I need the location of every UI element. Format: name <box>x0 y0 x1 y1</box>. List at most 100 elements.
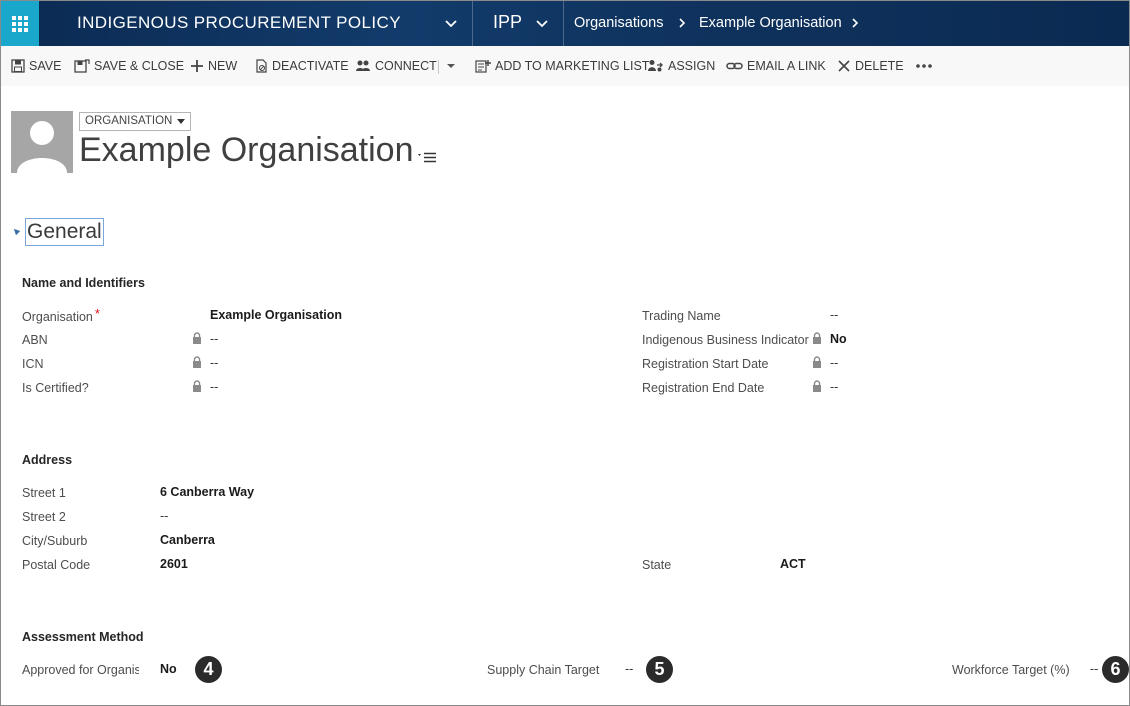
abn-label: ABN <box>22 333 48 347</box>
assign-button[interactable]: ASSIGN <box>647 46 715 86</box>
indigenous-business-indicator-label: Indigenous Business Indicator <box>642 333 809 347</box>
close-icon <box>838 60 850 72</box>
registration-start-date-label: Registration Start Date <box>642 357 769 371</box>
save-button[interactable]: SAVE <box>11 46 61 86</box>
list-menu-icon[interactable] <box>417 149 437 165</box>
person-icon <box>17 121 67 173</box>
module-selector[interactable]: IPP <box>493 1 522 46</box>
city-suburb-field[interactable]: Canberra <box>160 533 215 547</box>
required-icon: * <box>94 309 100 321</box>
save-label: SAVE <box>29 59 62 73</box>
email-a-link-label: EMAIL A LINK <box>747 59 826 73</box>
chevron-right-icon <box>679 18 686 28</box>
avatar[interactable] <box>11 111 73 173</box>
connect-label: CONNECT <box>375 59 437 73</box>
registration-end-date-field[interactable]: -- <box>830 380 838 394</box>
app-frame: INDIGENOUS PROCUREMENT POLICY IPP Organi… <box>0 0 1130 706</box>
new-button[interactable]: NEW <box>190 46 237 86</box>
group-title-assessment: Assessment Method <box>22 630 144 644</box>
registration-end-date-label: Registration End Date <box>642 381 765 395</box>
approved-for-organisation-field[interactable]: No <box>160 662 177 676</box>
save-icon <box>11 59 25 73</box>
supply-chain-target-field[interactable]: -- <box>625 662 633 676</box>
city-suburb-label: City/Suburb <box>22 534 88 548</box>
link-icon <box>726 62 743 70</box>
app-title[interactable]: INDIGENOUS PROCUREMENT POLICY <box>77 1 401 46</box>
save-close-label: SAVE & CLOSE <box>94 59 185 73</box>
email-a-link-button[interactable]: EMAIL A LINK <box>726 46 826 86</box>
supply-chain-target-label: Supply Chain Target (% <box>487 663 603 677</box>
entity-type-selector[interactable]: ORGANISATION <box>79 112 192 131</box>
more-icon <box>916 64 932 68</box>
connect-icon <box>356 60 370 71</box>
postal-code-label: Postal Code <box>22 558 91 572</box>
breadcrumb-record[interactable]: Example Organisation <box>699 1 842 46</box>
workforce-target-label: Workforce Target (%) <box>952 663 1070 677</box>
lock-icon <box>813 332 821 344</box>
street-2-field[interactable]: -- <box>160 509 168 523</box>
organisation-field[interactable]: Example Organisation <box>210 308 342 322</box>
approved-for-organisation-label: Approved for Organis <box>22 663 139 677</box>
is-certified-label: Is Certified? <box>22 381 89 395</box>
street-2-label: Street 2 <box>22 510 66 524</box>
save-close-button[interactable]: SAVE & CLOSE <box>74 46 184 86</box>
save-close-icon <box>74 59 90 73</box>
group-title-names: Name and Identifiers <box>22 276 145 290</box>
state-field[interactable]: ACT <box>780 557 806 571</box>
trading-name-label: Trading Name <box>642 309 721 323</box>
breadcrumb-organisations[interactable]: Organisations <box>574 1 663 46</box>
callout-badge: 6 <box>1102 656 1129 683</box>
command-bar: SAVE SAVE & CLOSE NEW DEACTIVATE CONNECT… <box>1 46 1129 86</box>
section-title[interactable]: General <box>25 218 104 246</box>
command-divider <box>438 60 439 74</box>
add-to-marketing-list-label: ADD TO MARKETING LIST <box>495 59 650 73</box>
abn-field[interactable]: -- <box>210 332 218 346</box>
organisation-label: Organisation * <box>22 309 100 324</box>
assign-icon <box>648 60 663 72</box>
lock-icon <box>193 356 201 368</box>
connect-dropdown-button[interactable] <box>446 46 460 86</box>
chevron-down-icon[interactable] <box>443 15 459 31</box>
caret-down-icon <box>447 64 455 68</box>
plus-icon <box>191 60 203 72</box>
delete-label: DELETE <box>855 59 904 73</box>
deactivate-label: DEACTIVATE <box>272 59 349 73</box>
street-1-label: Street 1 <box>22 486 66 500</box>
lock-icon <box>813 356 821 368</box>
icn-field[interactable]: -- <box>210 356 218 370</box>
deactivate-button[interactable]: DEACTIVATE <box>254 46 349 86</box>
add-to-marketing-list-button[interactable]: ADD TO MARKETING LIST <box>475 46 649 86</box>
deactivate-icon <box>256 59 267 73</box>
assign-label: ASSIGN <box>668 59 716 73</box>
new-label: NEW <box>208 59 238 73</box>
lock-icon <box>193 332 201 344</box>
nav-divider <box>563 1 564 46</box>
section-collapse-icon[interactable] <box>11 226 21 236</box>
chevron-down-icon[interactable] <box>534 15 550 31</box>
indigenous-business-indicator-field[interactable]: No <box>830 332 847 346</box>
postal-code-field[interactable]: 2601 <box>160 557 188 571</box>
top-navigation-bar: INDIGENOUS PROCUREMENT POLICY IPP Organi… <box>1 1 1129 46</box>
street-1-field[interactable]: 6 Canberra Way <box>160 485 254 499</box>
state-label: State <box>642 558 672 572</box>
chevron-right-icon[interactable] <box>849 16 861 30</box>
is-certified-field[interactable]: -- <box>210 380 218 394</box>
registration-start-date-field[interactable]: -- <box>830 356 838 370</box>
workforce-target-field[interactable]: -- <box>1090 662 1098 676</box>
marketing-list-icon <box>475 60 491 73</box>
icn-label: ICN <box>22 357 44 371</box>
lock-icon <box>813 380 821 392</box>
more-commands-button[interactable] <box>915 46 937 86</box>
nav-divider <box>472 1 473 46</box>
callout-badge: 5 <box>646 656 673 683</box>
connect-button[interactable]: CONNECT <box>355 46 437 86</box>
entity-type-label: ORGANISATION <box>85 115 173 127</box>
page-title: Example Organisation <box>79 131 414 169</box>
caret-down-icon <box>177 119 186 124</box>
grid-icon <box>12 15 28 32</box>
lock-icon <box>193 380 201 392</box>
trading-name-field[interactable]: -- <box>830 308 838 322</box>
delete-button[interactable]: DELETE <box>837 46 904 86</box>
app-launcher-button[interactable] <box>1 1 39 46</box>
callout-badge: 4 <box>195 656 222 683</box>
